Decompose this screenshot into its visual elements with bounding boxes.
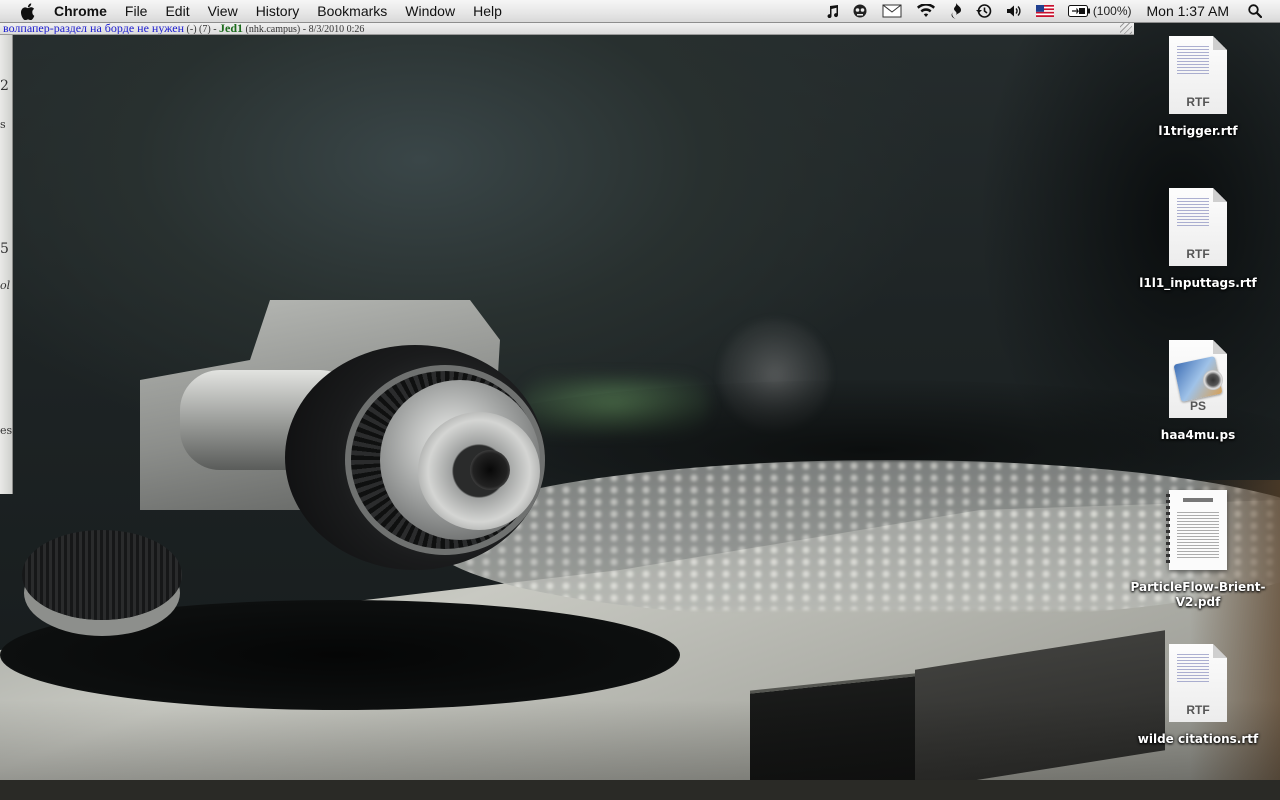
- script-icon[interactable]: [950, 0, 962, 22]
- skype-alien-icon[interactable]: [852, 0, 868, 22]
- file-type-label: PS: [1189, 399, 1206, 413]
- menu-app-name[interactable]: Chrome: [54, 0, 116, 22]
- thread-link[interactable]: волпапер-раздел на борде не нужен: [3, 22, 184, 34]
- turntable-height-knob: [22, 530, 182, 620]
- thread-author[interactable]: Jed1: [219, 22, 243, 34]
- desktop: 2 s 5 ol es волпапер-раздел на борде не …: [0, 0, 1280, 800]
- menu-view[interactable]: View: [199, 0, 247, 22]
- battery-icon[interactable]: (100%): [1067, 0, 1132, 22]
- pdf-document-icon: [1166, 490, 1227, 570]
- menu-help[interactable]: Help: [464, 0, 511, 22]
- desktop-file-particleflow[interactable]: ParticleFlow-Brient-V2.pdf: [1128, 490, 1268, 610]
- file-name-label: wilde citations.rtf: [1137, 732, 1259, 746]
- file-type-label: RTF: [1186, 247, 1210, 261]
- menu-bar: Chrome File Edit View History Bookmarks …: [0, 0, 1280, 23]
- side-glyph: s: [0, 118, 6, 131]
- apple-menu-icon[interactable]: [19, 2, 35, 20]
- desktop-file-l1l1-inputtags[interactable]: RTF l1l1_inputtags.rtf: [1128, 188, 1268, 291]
- battery-percent: (100%): [1092, 4, 1132, 18]
- menu-edit[interactable]: Edit: [156, 0, 198, 22]
- menu-clock[interactable]: Mon 1:37 AM: [1147, 3, 1230, 19]
- menu-file[interactable]: File: [116, 0, 157, 22]
- side-glyph: ol: [0, 279, 11, 292]
- wallpaper-bottom-edge: [0, 780, 1280, 800]
- volume-icon[interactable]: [1006, 0, 1022, 22]
- thread-host-date: (nhk.campus) - 8/3/2010 0:26: [243, 24, 365, 35]
- file-type-label: RTF: [1186, 703, 1210, 717]
- side-glyph: 2: [0, 78, 9, 94]
- time-machine-icon[interactable]: [975, 0, 992, 22]
- rtf-document-icon: RTF: [1169, 644, 1227, 722]
- file-name-label: l1trigger.rtf: [1158, 124, 1238, 138]
- rtf-document-icon: RTF: [1169, 188, 1227, 266]
- us-flag-icon[interactable]: [1035, 0, 1054, 22]
- rtf-document-icon: RTF: [1169, 36, 1227, 114]
- file-type-label: RTF: [1186, 95, 1210, 109]
- file-name-label: ParticleFlow-Brient-V2.pdf: [1130, 580, 1266, 609]
- desktop-file-haa4mu[interactable]: PS haa4mu.ps: [1128, 340, 1268, 443]
- menu-window[interactable]: Window: [396, 0, 464, 22]
- spotlight-search-icon[interactable]: [1248, 0, 1262, 22]
- counterweight-hole: [470, 450, 510, 490]
- magnifier-icon: [1203, 370, 1223, 390]
- side-glyph: es: [0, 424, 13, 437]
- itunes-note-icon[interactable]: [826, 0, 838, 22]
- desktop-file-wilde-citations[interactable]: RTF wilde citations.rtf: [1128, 644, 1268, 747]
- side-glyph: 5: [0, 241, 9, 257]
- file-name-label: l1l1_inputtags.rtf: [1139, 276, 1257, 290]
- menu-bookmarks[interactable]: Bookmarks: [308, 0, 396, 22]
- resize-grip[interactable]: [1120, 22, 1132, 34]
- menu-history[interactable]: History: [247, 0, 309, 22]
- desktop-file-l1trigger[interactable]: RTF l1trigger.rtf: [1128, 36, 1268, 139]
- mail-envelope-icon[interactable]: [882, 0, 902, 22]
- thread-meta: (-) (7) -: [184, 24, 220, 35]
- postscript-document-icon: PS: [1169, 340, 1227, 418]
- file-name-label: haa4mu.ps: [1160, 428, 1236, 442]
- browser-window-strip[interactable]: волпапер-раздел на борде не нужен (-) (7…: [0, 22, 1134, 35]
- wifi-icon[interactable]: [916, 0, 936, 22]
